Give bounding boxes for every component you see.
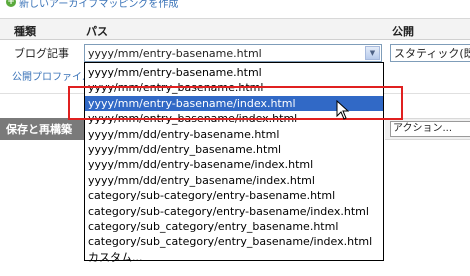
save-rebuild-label: 保存と再構築 — [6, 123, 72, 136]
header-type: 種類 — [14, 25, 36, 38]
dropdown-option[interactable]: yyyy/mm/dd/entry_basename/index.html — [85, 173, 383, 188]
publish-profile-link[interactable]: 公開プロファイル — [12, 68, 92, 83]
add-icon: + — [6, 0, 16, 7]
dropdown-option[interactable]: category/sub-category/entry-basename.htm… — [85, 188, 383, 203]
path-select[interactable]: yyyy/mm/entry-basename.html ▼ — [84, 44, 382, 62]
dropdown-option[interactable]: yyyy/mm/dd/entry_basename.html — [85, 142, 383, 157]
chevron-down-icon[interactable]: ▼ — [365, 46, 380, 60]
dropdown-option[interactable]: category/sub_category/entry_basename/ind… — [85, 234, 383, 249]
header-path: パス — [86, 25, 108, 38]
table-header: 種類 パス 公開 — [0, 18, 470, 40]
publish-select[interactable]: スタティック(既 — [390, 44, 470, 62]
new-archive-mapping-label: 新しいアーカイブマッピングを作成 — [19, 0, 179, 10]
mouse-cursor-icon — [336, 100, 350, 120]
dropdown-option[interactable]: yyyy/mm/entry_basename.html — [85, 80, 383, 95]
dropdown-option[interactable]: yyyy/mm/dd/entry-basename/index.html — [85, 157, 383, 172]
dropdown-option[interactable]: category/sub-category/entry-basename/ind… — [85, 204, 383, 219]
path-dropdown-list: yyyy/mm/entry-basename.html yyyy/mm/entry… — [84, 62, 384, 264]
new-archive-mapping-link[interactable]: + 新しいアーカイブマッピングを作成 — [6, 0, 179, 10]
save-rebuild-header: 保存と再構築 — [0, 118, 88, 140]
dropdown-option[interactable]: yyyy/mm/entry-basename.html — [85, 65, 383, 80]
action-select[interactable]: アクション... — [390, 121, 470, 137]
path-select-value: yyyy/mm/entry-basename.html — [88, 46, 262, 60]
header-publish: 公開 — [392, 25, 414, 38]
row-type: ブログ記事 — [14, 47, 69, 60]
dropdown-option[interactable]: カスタム... — [85, 250, 383, 265]
dropdown-option[interactable]: category/sub_category/entry_basename.htm… — [85, 219, 383, 234]
dropdown-option[interactable]: yyyy/mm/dd/entry-basename.html — [85, 127, 383, 142]
publish-select-value: スタティック(既 — [394, 47, 470, 60]
